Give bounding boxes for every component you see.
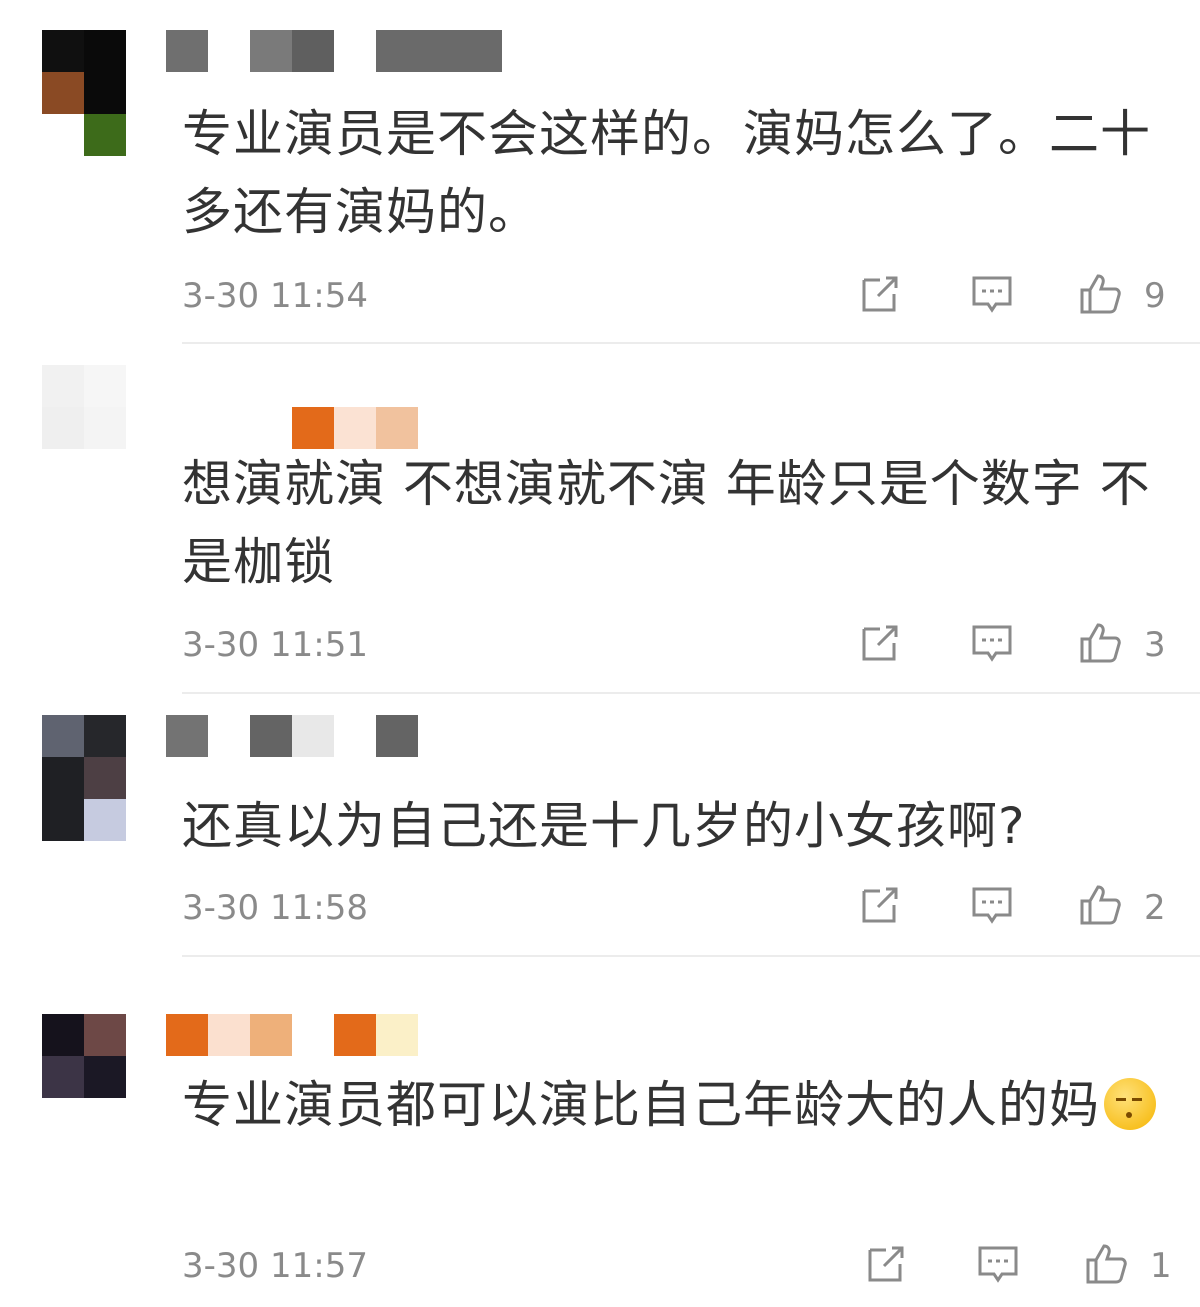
comment-item: 专业演员是不会这样的。演妈怎么了。二十多还有演妈的。 3-30 11:54 9 — [0, 0, 1200, 345]
like-count: 2 — [1144, 888, 1166, 928]
username-redacted[interactable] — [292, 407, 418, 449]
thumbs-up-icon[interactable] — [1078, 883, 1122, 927]
avatar[interactable] — [42, 1014, 126, 1098]
avatar[interactable] — [42, 30, 126, 114]
comment-timestamp: 3-30 11:57 — [182, 1246, 368, 1286]
like-count: 3 — [1144, 625, 1166, 665]
username-redacted[interactable] — [166, 30, 502, 72]
comment-timestamp: 3-30 11:54 — [182, 276, 368, 316]
comment-icon[interactable] — [970, 621, 1014, 665]
comment-item: 想演就演 不想演就不演 年龄只是个数字 不是枷锁 3-30 11:51 3 — [0, 345, 1200, 695]
divider — [182, 342, 1200, 344]
like-count: 1 — [1150, 1246, 1172, 1286]
username-redacted[interactable] — [166, 1014, 418, 1056]
thumbs-up-icon[interactable] — [1078, 272, 1122, 316]
thumbs-up-icon[interactable] — [1078, 621, 1122, 665]
comment-item: 还真以为自己还是十几岁的小女孩啊? 3-30 11:58 2 — [0, 695, 1200, 955]
share-icon[interactable] — [858, 883, 902, 927]
comment-icon[interactable] — [970, 883, 1014, 927]
comment-text: 专业演员是不会这样的。演妈怎么了。二十多还有演妈的。 — [182, 105, 1151, 241]
emoji-icon — [1104, 1078, 1156, 1130]
thumbs-up-icon[interactable] — [1084, 1242, 1128, 1286]
share-icon[interactable] — [864, 1242, 908, 1286]
comment-icon[interactable] — [976, 1242, 1020, 1286]
like-count: 9 — [1144, 276, 1166, 316]
comment-icon[interactable] — [970, 272, 1014, 316]
avatar[interactable] — [42, 715, 126, 799]
avatar-lower — [42, 114, 126, 156]
share-icon[interactable] — [858, 621, 902, 665]
comment-text: 专业演员都可以演比自己年龄大的人的妈 — [182, 1066, 1172, 1144]
comment-text-body: 专业演员都可以演比自己年龄大的人的妈 — [182, 1076, 1100, 1134]
divider — [182, 692, 1200, 694]
comment-item: 专业演员都可以演比自己年龄大的人的妈 3-30 11:57 1 — [0, 958, 1200, 1307]
comment-text: 还真以为自己还是十几岁的小女孩啊? — [182, 797, 1026, 855]
username-redacted[interactable] — [166, 715, 418, 757]
comment-timestamp: 3-30 11:58 — [182, 888, 368, 928]
comment-timestamp: 3-30 11:51 — [182, 625, 368, 665]
avatar-lower — [42, 799, 126, 841]
divider — [182, 955, 1200, 957]
share-icon[interactable] — [858, 272, 902, 316]
avatar[interactable] — [42, 365, 126, 449]
comment-text: 想演就演 不想演就不演 年龄只是个数字 不是枷锁 — [182, 455, 1151, 591]
